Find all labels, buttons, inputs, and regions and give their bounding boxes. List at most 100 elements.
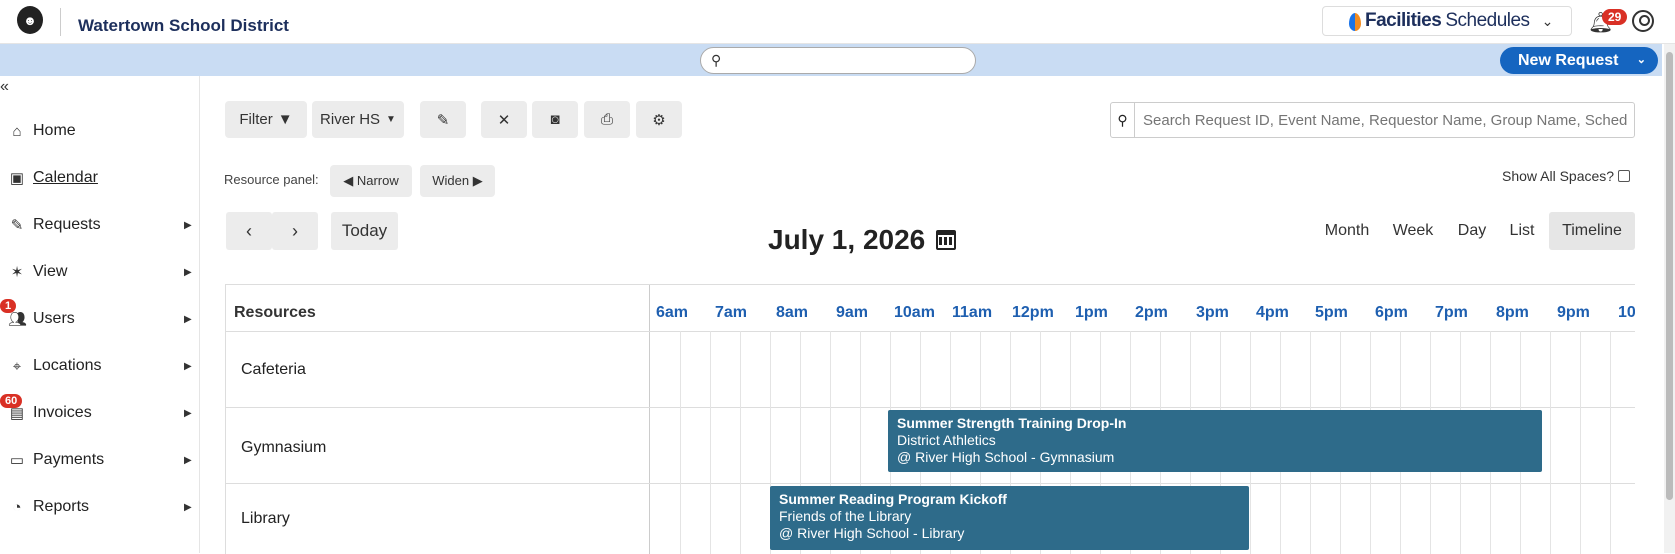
close-icon: ✕ — [497, 111, 511, 129]
sidebar-item-requests[interactable]: ✎ Requests ▶ — [0, 210, 200, 240]
new-request-label: New Request — [1518, 51, 1619, 69]
pencil-icon: ✎ — [436, 111, 450, 129]
page-scrollbar[interactable] — [1664, 44, 1675, 553]
grid-line — [1610, 331, 1611, 554]
sidebar-item-reports[interactable]: ◔ Reports ▶ — [0, 492, 200, 522]
payments-icon: ▭ — [9, 452, 25, 469]
request-search-input[interactable] — [1143, 109, 1628, 131]
header-divider — [60, 8, 61, 36]
print-button[interactable]: ⎙ — [584, 101, 630, 138]
search-icon: ⚲ — [711, 52, 722, 68]
event-location: @ River High School - Library — [779, 525, 965, 541]
settings-button[interactable]: ⚙ — [636, 101, 682, 138]
view-month-button[interactable]: Month — [1317, 212, 1377, 250]
resource-cafeteria: Cafeteria — [241, 361, 306, 378]
hour-label: 10pm — [1618, 304, 1635, 321]
user-account-icon[interactable] — [1632, 10, 1654, 32]
show-all-spaces[interactable]: Show All Spaces? — [1502, 168, 1631, 184]
hour-label: 6am — [656, 304, 689, 321]
global-search-input[interactable]: ⚲ — [700, 47, 976, 74]
hour-label: 7pm — [1435, 304, 1468, 321]
grid-line — [1550, 331, 1551, 554]
collapse-sidebar-icon[interactable]: « — [0, 78, 9, 96]
find-button[interactable]: ◙ — [532, 101, 578, 138]
hour-label: 5pm — [1315, 304, 1348, 321]
view-day-button[interactable]: Day — [1450, 212, 1494, 250]
hour-label: 4pm — [1256, 304, 1289, 321]
timeline-area[interactable]: 6am 7am 8am 9am 10am 11am 12pm 1pm 2pm 3… — [650, 285, 1635, 554]
today-button[interactable]: Today — [331, 212, 398, 250]
sidebar-item-label: View — [33, 263, 68, 280]
telescope-icon: ✶ — [10, 264, 24, 281]
previous-button[interactable]: ‹ — [226, 212, 272, 250]
event-title: Summer Reading Program Kickoff — [779, 491, 1007, 507]
view-list-button[interactable]: List — [1501, 212, 1543, 250]
reports-icon: ◔ — [12, 498, 22, 516]
grid-line — [680, 331, 681, 554]
widen-button[interactable]: Widen ▶ — [420, 165, 495, 197]
expand-arrow-icon: ▶ — [184, 360, 192, 372]
resources-header: Resources — [234, 304, 316, 321]
expand-arrow-icon: ▶ — [184, 407, 192, 419]
hour-label: 8am — [776, 304, 809, 321]
expand-arrow-icon: ▶ — [184, 266, 192, 278]
sidebar-item-calendar[interactable]: ▣ Calendar — [0, 163, 200, 193]
notification-count-badge: 29 — [1602, 9, 1628, 25]
sidebar-item-label: Payments — [33, 451, 105, 468]
event-title: Summer Strength Training Drop-In — [897, 415, 1127, 431]
narrow-button[interactable]: ◀ Narrow — [330, 165, 412, 197]
location-select[interactable]: River HS ▼ — [312, 101, 404, 138]
top-bar: ☻ Watertown School District Facilities S… — [0, 0, 1675, 44]
expand-arrow-icon: ▶ — [184, 454, 192, 466]
next-button[interactable]: › — [272, 212, 318, 250]
calendar-date-title: July 1, 2026 — [768, 224, 926, 255]
location-select-label: River HS — [320, 111, 381, 128]
new-request-button[interactable]: New Request ⌄ — [1500, 47, 1658, 74]
hour-label: 8pm — [1496, 304, 1529, 321]
hour-label: 9pm — [1557, 304, 1590, 321]
search-icon: ⚲ — [1111, 103, 1135, 137]
event-location: @ River High School - Gymnasium — [897, 449, 1115, 465]
hour-label: 2pm — [1135, 304, 1168, 321]
grid-line — [740, 331, 741, 554]
district-name: Watertown School District — [78, 16, 289, 35]
expand-arrow-icon: ▶ — [184, 501, 192, 513]
event-block-strength-training[interactable]: Summer Strength Training Drop-In Distric… — [888, 410, 1542, 472]
sidebar: « ⌂ Home ▣ Calendar ✎ Requests ▶ ✶ View … — [0, 76, 200, 553]
sidebar-item-home[interactable]: ⌂ Home — [0, 116, 200, 146]
hour-label: 12pm — [1012, 304, 1054, 321]
app-switcher[interactable]: Facilities Schedules ⌄ — [1322, 6, 1572, 36]
sidebar-item-locations[interactable]: ⌖ Locations ▶ — [0, 351, 200, 381]
expand-arrow-icon: ▶ — [184, 313, 192, 325]
district-logo[interactable]: ☻ — [17, 6, 43, 34]
clear-button[interactable]: ✕ — [481, 101, 527, 138]
event-group: District Athletics — [897, 432, 996, 448]
event-block-reading-kickoff[interactable]: Summer Reading Program Kickoff Friends o… — [770, 486, 1249, 550]
hour-label: 11am — [952, 304, 993, 321]
dropdown-caret-icon: ▼ — [386, 114, 396, 125]
hour-label: 3pm — [1196, 304, 1229, 321]
show-all-spaces-checkbox[interactable] — [1618, 170, 1631, 182]
printer-icon: ⎙ — [600, 111, 613, 128]
sidebar-item-view[interactable]: ✶ View ▶ — [0, 257, 200, 287]
resource-library: Library — [241, 510, 290, 527]
scrollbar-thumb[interactable] — [1666, 52, 1673, 500]
hour-label: 7am — [715, 304, 748, 321]
sidebar-item-users[interactable]: 👥︎ Users ▶ — [0, 304, 200, 334]
brand-name-light: Schedules — [1445, 10, 1530, 31]
date-picker-icon[interactable] — [936, 230, 956, 250]
grid-line — [1580, 331, 1581, 554]
sidebar-item-label: Locations — [33, 357, 102, 374]
sidebar-item-invoices[interactable]: ▤ Invoices ▶ — [0, 398, 200, 428]
view-week-button[interactable]: Week — [1384, 212, 1442, 250]
brand-flame-icon — [1349, 13, 1361, 31]
requests-icon: ✎ — [10, 217, 24, 234]
location-pin-icon: ⌖ — [12, 357, 22, 375]
edit-button[interactable]: ✎ — [420, 101, 466, 138]
filter-button[interactable]: Filter ▼ — [225, 101, 307, 138]
view-timeline-button[interactable]: Timeline — [1549, 212, 1635, 250]
sidebar-item-label: Home — [33, 122, 76, 139]
sidebar-item-label: Requests — [33, 216, 101, 233]
request-search-field[interactable]: ⚲ — [1110, 102, 1635, 138]
sidebar-item-payments[interactable]: ▭ Payments ▶ — [0, 445, 200, 475]
